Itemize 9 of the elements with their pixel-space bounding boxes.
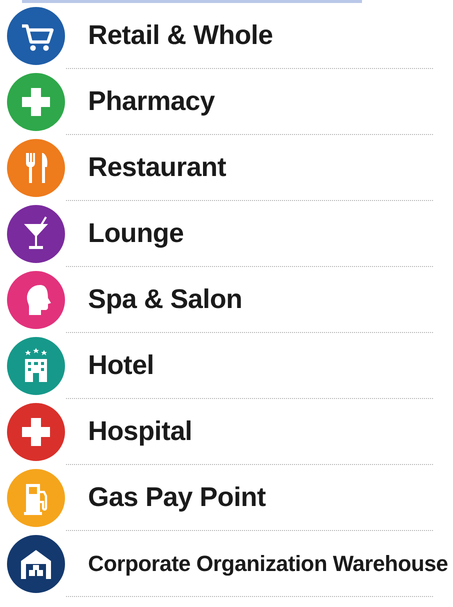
- category-label[interactable]: Gas Pay Point: [88, 482, 266, 513]
- category-label[interactable]: Hospital: [88, 416, 192, 447]
- category-label[interactable]: Lounge: [88, 218, 184, 249]
- category-label[interactable]: Corporate Organization Warehouse: [88, 550, 448, 576]
- category-label[interactable]: Restaurant: [88, 152, 226, 183]
- category-label[interactable]: Pharmacy: [88, 86, 215, 117]
- category-label[interactable]: Retail & Whole: [88, 20, 273, 51]
- category-label[interactable]: Spa & Salon: [88, 284, 242, 315]
- category-label[interactable]: Hotel: [88, 350, 154, 381]
